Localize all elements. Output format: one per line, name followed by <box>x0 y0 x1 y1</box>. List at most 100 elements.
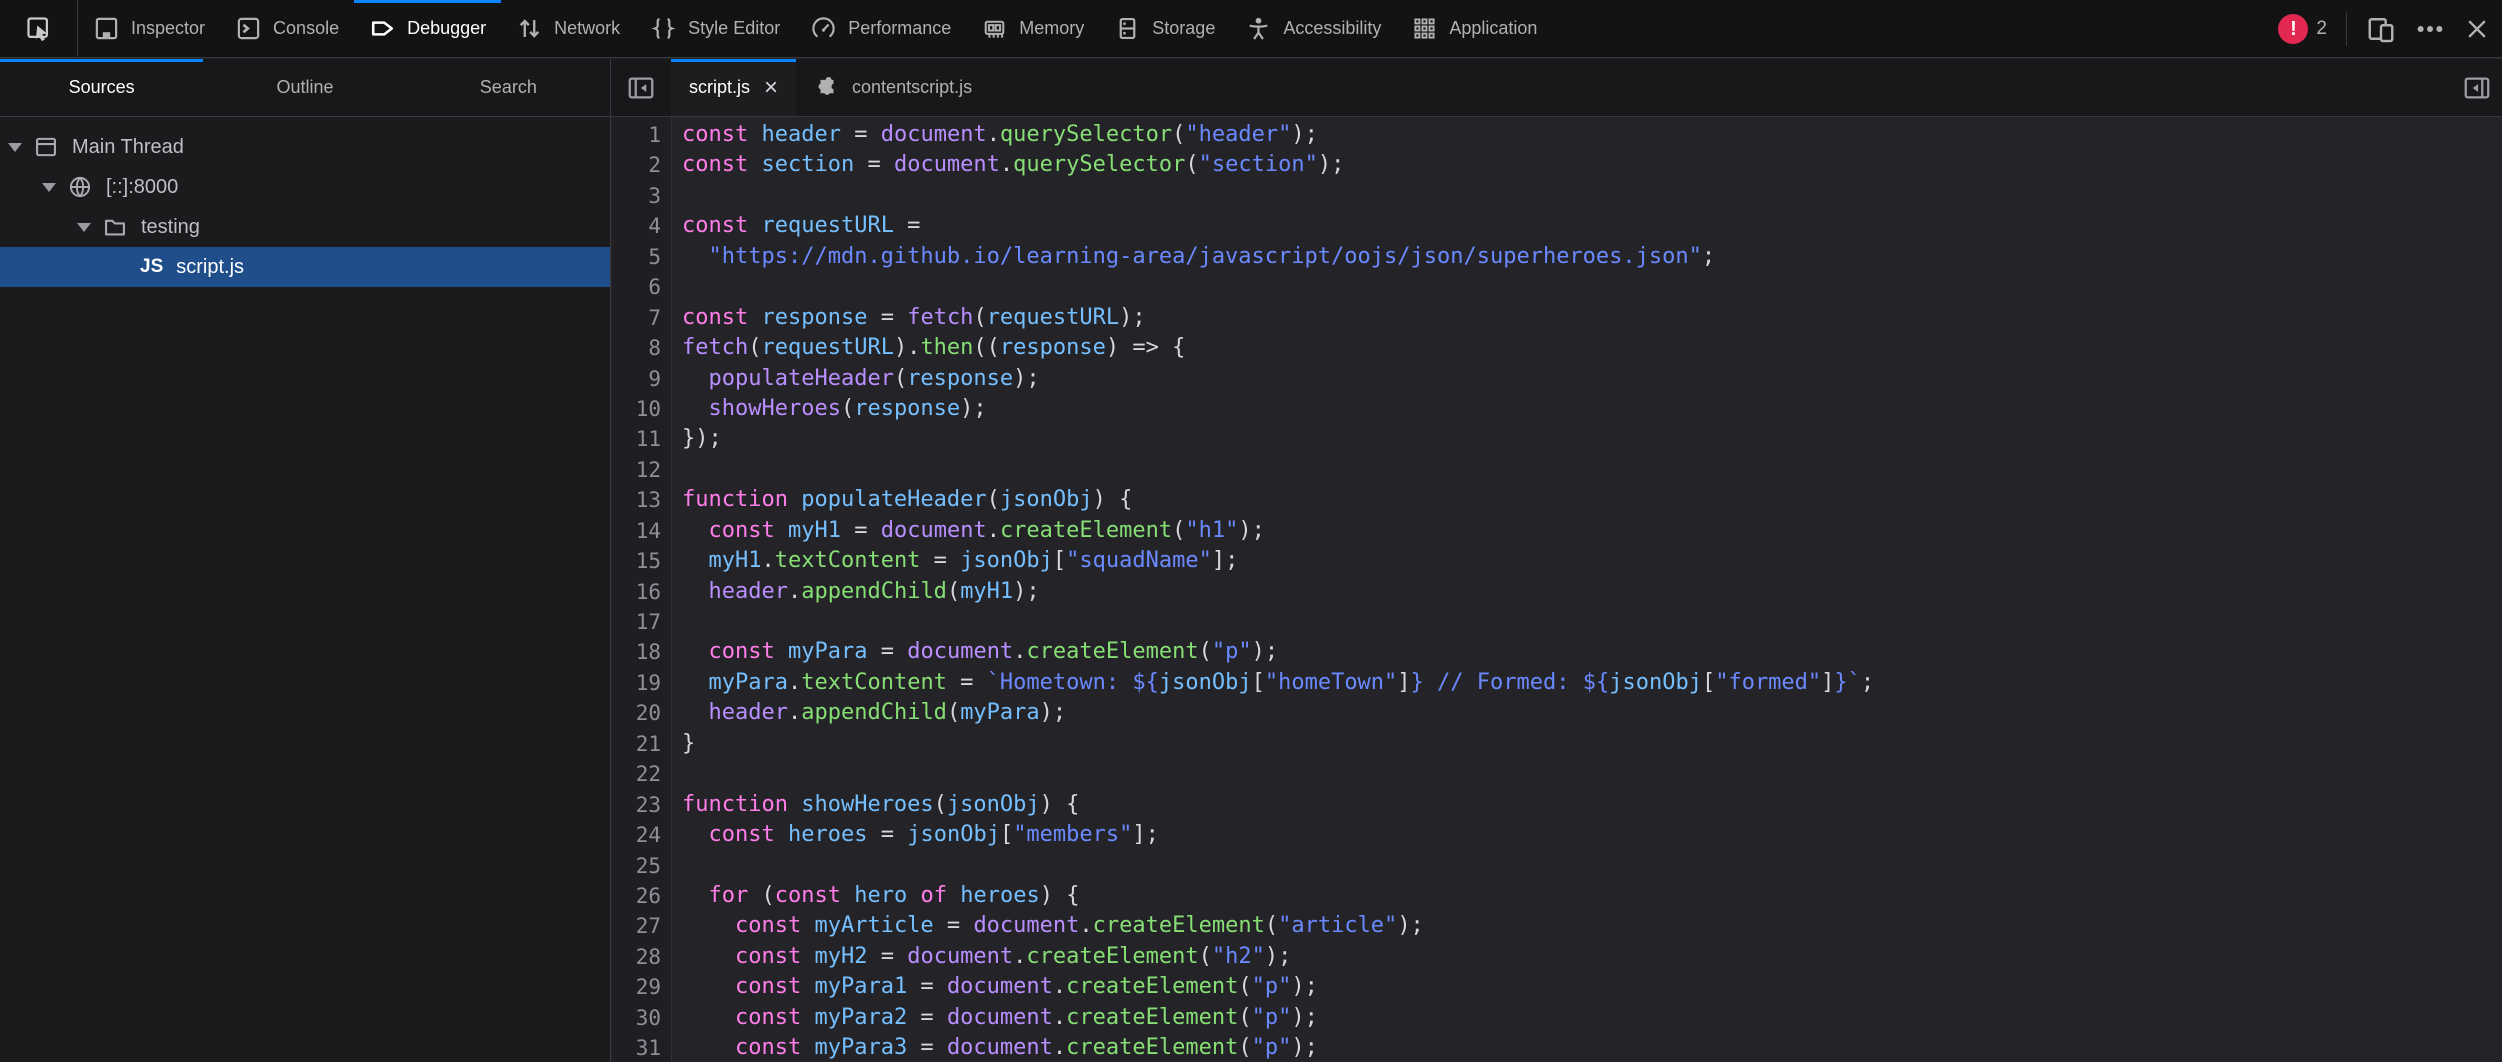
line-number-15[interactable]: 15 <box>612 546 661 576</box>
line-number-23[interactable]: 23 <box>612 790 661 820</box>
code-line-25[interactable] <box>682 851 2502 881</box>
expand-twisty-icon[interactable] <box>42 183 56 192</box>
line-number-2[interactable]: 2 <box>612 150 661 180</box>
active-tab-indicator <box>354 0 501 3</box>
toolbar-tab-debugger[interactable]: Debugger <box>354 0 501 57</box>
code-line-29[interactable]: const myPara1 = document.createElement("… <box>682 972 2502 1002</box>
line-number-30[interactable]: 30 <box>612 1003 661 1033</box>
collapse-panel-button[interactable] <box>2462 59 2492 116</box>
line-number-26[interactable]: 26 <box>612 881 661 911</box>
sidebar-tab-search[interactable]: Search <box>407 59 610 116</box>
line-number-29[interactable]: 29 <box>612 972 661 1002</box>
code-line-20[interactable]: header.appendChild(myPara); <box>682 698 2502 728</box>
toolbar-tab-inspector[interactable]: Inspector <box>78 0 220 57</box>
toolbar-tab-console[interactable]: Console <box>220 0 354 57</box>
line-number-5[interactable]: 5 <box>612 242 661 272</box>
sidebar-tab-strip: SourcesOutlineSearch <box>0 59 611 116</box>
node-picker-button[interactable] <box>0 0 78 57</box>
code-line-13[interactable]: function populateHeader(jsonObj) { <box>682 485 2502 515</box>
code-line-9[interactable]: populateHeader(response); <box>682 364 2502 394</box>
responsive-design-mode-icon[interactable] <box>2366 14 2396 44</box>
code-line-26[interactable]: for (const hero of heroes) { <box>682 881 2502 911</box>
line-number-3[interactable]: 3 <box>612 181 661 211</box>
line-number-11[interactable]: 11 <box>612 424 661 454</box>
line-number-17[interactable]: 17 <box>612 607 661 637</box>
line-number-13[interactable]: 13 <box>612 485 661 515</box>
editor-tab-contentscript-js[interactable]: contentscript.js <box>796 59 990 116</box>
code-line-3[interactable] <box>682 181 2502 211</box>
code-line-24[interactable]: const heroes = jsonObj["members"]; <box>682 820 2502 850</box>
line-number-8[interactable]: 8 <box>612 333 661 363</box>
collapse-sources-pane-button[interactable] <box>611 59 671 116</box>
toolbar-tab-style-editor[interactable]: Style Editor <box>635 0 795 57</box>
toolbar-tab-storage[interactable]: Storage <box>1099 0 1230 57</box>
sidebar-tab-outline[interactable]: Outline <box>203 59 406 116</box>
code-editor[interactable]: 1234567891011121314151617181920212223242… <box>612 117 2502 1062</box>
line-number-16[interactable]: 16 <box>612 577 661 607</box>
close-icon[interactable] <box>2464 16 2490 42</box>
code-line-6[interactable] <box>682 272 2502 302</box>
code-line-4[interactable]: const requestURL = <box>682 211 2502 241</box>
line-number-4[interactable]: 4 <box>612 211 661 241</box>
js-file-icon: JS <box>140 256 163 278</box>
line-number-9[interactable]: 9 <box>612 364 661 394</box>
expand-twisty-icon[interactable] <box>77 223 91 232</box>
code-line-5[interactable]: "https://mdn.github.io/learning-area/jav… <box>682 242 2502 272</box>
code-line-31[interactable]: const myPara3 = document.createElement("… <box>682 1033 2502 1062</box>
line-number-28[interactable]: 28 <box>612 942 661 972</box>
code-line-8[interactable]: fetch(requestURL).then((response) => { <box>682 333 2502 363</box>
code-line-27[interactable]: const myArticle = document.createElement… <box>682 911 2502 941</box>
close-tab-icon[interactable]: × <box>764 76 778 100</box>
network-icon <box>516 15 543 42</box>
error-badge[interactable]: ! 2 <box>2278 14 2327 44</box>
toolbar-tab-performance[interactable]: Performance <box>795 0 966 57</box>
code-line-14[interactable]: const myH1 = document.createElement("h1"… <box>682 516 2502 546</box>
line-number-27[interactable]: 27 <box>612 911 661 941</box>
line-number-20[interactable]: 20 <box>612 698 661 728</box>
line-number-7[interactable]: 7 <box>612 303 661 333</box>
line-number-10[interactable]: 10 <box>612 394 661 424</box>
line-number-19[interactable]: 19 <box>612 668 661 698</box>
sidebar-tab-sources[interactable]: Sources <box>0 59 203 116</box>
code-line-23[interactable]: function showHeroes(jsonObj) { <box>682 790 2502 820</box>
tree-item-script-js[interactable]: JSscript.js <box>0 247 610 287</box>
code-line-10[interactable]: showHeroes(response); <box>682 394 2502 424</box>
code-line-15[interactable]: myH1.textContent = jsonObj["squadName"]; <box>682 546 2502 576</box>
line-number-22[interactable]: 22 <box>612 759 661 789</box>
line-number-24[interactable]: 24 <box>612 820 661 850</box>
toolbar-tab-label: Inspector <box>131 18 205 39</box>
toolbar-tab-accessibility[interactable]: Accessibility <box>1230 0 1396 57</box>
code-line-2[interactable]: const section = document.querySelector("… <box>682 150 2502 180</box>
line-number-1[interactable]: 1 <box>612 120 661 150</box>
meatball-menu-icon[interactable] <box>2415 14 2445 44</box>
toolbar-tab-network[interactable]: Network <box>501 0 635 57</box>
code-line-18[interactable]: const myPara = document.createElement("p… <box>682 637 2502 667</box>
tree-item-main-thread[interactable]: Main Thread <box>0 127 610 167</box>
line-number-31[interactable]: 31 <box>612 1033 661 1062</box>
code-line-22[interactable] <box>682 759 2502 789</box>
code-line-12[interactable] <box>682 455 2502 485</box>
code-line-17[interactable] <box>682 607 2502 637</box>
line-number-gutter[interactable]: 1234567891011121314151617181920212223242… <box>612 117 672 1062</box>
code-line-11[interactable]: }); <box>682 424 2502 454</box>
code-line-21[interactable]: } <box>682 729 2502 759</box>
code-line-16[interactable]: header.appendChild(myH1); <box>682 577 2502 607</box>
editor-tab-script-js[interactable]: script.js× <box>671 59 796 116</box>
line-number-6[interactable]: 6 <box>612 272 661 302</box>
code-line-19[interactable]: myPara.textContent = `Hometown: ${jsonOb… <box>682 668 2502 698</box>
code-line-7[interactable]: const response = fetch(requestURL); <box>682 303 2502 333</box>
line-number-14[interactable]: 14 <box>612 516 661 546</box>
line-number-21[interactable]: 21 <box>612 729 661 759</box>
toolbar-tab-memory[interactable]: Memory <box>966 0 1099 57</box>
expand-twisty-icon[interactable] <box>8 143 22 152</box>
line-number-12[interactable]: 12 <box>612 455 661 485</box>
line-number-25[interactable]: 25 <box>612 851 661 881</box>
code-line-30[interactable]: const myPara2 = document.createElement("… <box>682 1003 2502 1033</box>
toolbar-tab-application[interactable]: Application <box>1396 0 1552 57</box>
line-number-18[interactable]: 18 <box>612 637 661 667</box>
tree-item-testing[interactable]: testing <box>0 207 610 247</box>
code-line-28[interactable]: const myH2 = document.createElement("h2"… <box>682 942 2502 972</box>
code-line-1[interactable]: const header = document.querySelector("h… <box>682 120 2502 150</box>
tree-item-8000[interactable]: [::]:8000 <box>0 167 610 207</box>
code-pane[interactable]: const header = document.querySelector("h… <box>672 117 2502 1062</box>
